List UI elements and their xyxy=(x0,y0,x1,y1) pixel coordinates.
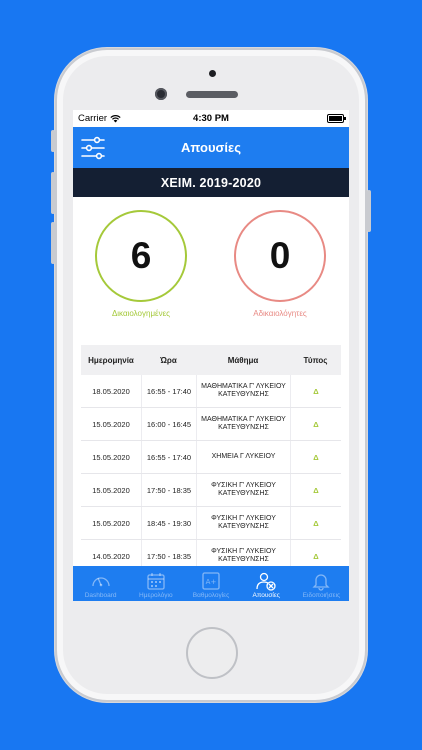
table-row[interactable]: 15.05.2020 17:50 - 18:35 ΦΥΣΙΚΗ Γ' ΛΥΚΕΙΟΥ… xyxy=(81,474,341,507)
mute-switch xyxy=(51,130,55,152)
svg-text:A+: A+ xyxy=(206,578,217,586)
cell-time: 16:00 - 16:45 xyxy=(141,408,196,440)
semester-bar: ΧΕΙΜ. 2019-2020 xyxy=(73,168,349,197)
unjustified-label: Αδικαιολόγητες xyxy=(253,309,307,318)
cell-time: 17:50 - 18:35 xyxy=(141,474,196,506)
justified-label: Δικαιολογημένες xyxy=(111,309,171,318)
battery-icon xyxy=(327,114,346,123)
tab-label-dashboard: Dashboard xyxy=(84,592,117,599)
tab-dashboard[interactable]: Dashboard xyxy=(73,566,128,601)
table-row[interactable]: 18.05.2020 16:55 - 17:40 ΜΑΘΗΜΑΤΙΚΑ Γ' ΛΥΚ… xyxy=(81,375,341,408)
tab-label-notifications: Ειδοποιήσεις xyxy=(302,592,341,599)
tab-grades[interactable]: A+ Βαθμολογίες xyxy=(183,566,238,601)
table-row[interactable]: 15.05.2020 16:55 - 17:40 ΧΗΜΕΙΑ Γ ΛΥΚΕΙΟΥ Δ xyxy=(81,441,341,474)
front-camera xyxy=(155,88,167,100)
header-type: Τύπος xyxy=(303,355,328,365)
tab-absences[interactable]: Απουσίες xyxy=(239,566,294,601)
gauge-icon xyxy=(91,577,110,587)
tab-calendar[interactable]: Ημερολόγιο xyxy=(128,566,183,601)
cell-date: 15.05.2020 xyxy=(92,518,130,528)
filter-menu-icon[interactable] xyxy=(80,135,106,161)
tab-notifications[interactable]: Ειδοποιήσεις xyxy=(294,566,349,601)
page-title: Απουσίες xyxy=(181,140,241,155)
power-button xyxy=(367,190,371,232)
cell-time: 16:55 - 17:40 xyxy=(141,441,196,473)
calendar-icon xyxy=(147,573,165,590)
table-row[interactable]: 15.05.2020 18:45 - 19:30 ΦΥΣΙΚΗ Γ' ΛΥΚΕΙΟΥ… xyxy=(81,507,341,540)
clock: 4:30 PM xyxy=(193,113,229,124)
absence-summary: 6 Δικαιολογημένες 0 Αδικαιολόγητες xyxy=(73,197,349,335)
tab-label-grades: Βαθμολογίες xyxy=(192,592,230,599)
bell-icon xyxy=(312,574,330,591)
home-button[interactable] xyxy=(186,627,238,679)
cell-date: 15.05.2020 xyxy=(92,485,130,495)
proximity-sensor xyxy=(209,70,216,77)
nav-bar: Απουσίες xyxy=(73,127,349,168)
justified-count-ring: 6 xyxy=(95,210,187,302)
cell-date: 15.05.2020 xyxy=(92,452,130,462)
cell-type: Δ xyxy=(290,408,341,440)
tab-bar: Dashboard Ημερολόγιο A+ Βαθμολογίες Απου… xyxy=(73,566,349,601)
header-time: Ώρα xyxy=(160,355,177,365)
cell-subject: ΜΑΘΗΜΑΤΙΚΑ Γ' ΛΥΚΕΙΟΥ ΚΑΤΕΥΘΥΝΣΗΣ xyxy=(196,375,290,407)
cell-subject: ΜΑΘΗΜΑΤΙΚΑ Γ' ΛΥΚΕΙΟΥ ΚΑΤΕΥΘΥΝΣΗΣ xyxy=(196,408,290,440)
cell-time: 18:45 - 19:30 xyxy=(141,507,196,539)
absence-icon xyxy=(256,572,276,591)
earpiece-speaker xyxy=(186,91,238,98)
cell-type: Δ xyxy=(290,375,341,407)
cell-date: 18.05.2020 xyxy=(92,386,130,396)
grade-icon: A+ xyxy=(202,572,220,590)
status-bar: Carrier 4:30 PM xyxy=(73,110,349,127)
cell-type: Δ xyxy=(290,507,341,539)
cell-subject: ΦΥΣΙΚΗ Γ' ΛΥΚΕΙΟΥ ΚΑΤΕΥΘΥΝΣΗΣ xyxy=(196,507,290,539)
cell-date: 15.05.2020 xyxy=(92,419,130,429)
absences-table: Ημερομηνία Ώρα Μάθημα Τύπος 18.05.2020 16… xyxy=(81,345,341,573)
cell-time: 16:55 - 17:40 xyxy=(141,375,196,407)
table-header: Ημερομηνία Ώρα Μάθημα Τύπος xyxy=(81,345,341,375)
app-screen: Carrier 4:30 PM Απουσίες ΧΕΙΜ. 2019-2020… xyxy=(73,110,349,601)
unjustified-count-ring: 0 xyxy=(234,210,326,302)
header-date: Ημερομηνία xyxy=(88,355,134,365)
cell-subject: ΦΥΣΙΚΗ Γ' ΛΥΚΕΙΟΥ ΚΑΤΕΥΘΥΝΣΗΣ xyxy=(196,474,290,506)
table-row[interactable]: 15.05.2020 16:00 - 16:45 ΜΑΘΗΜΑΤΙΚΑ Γ' ΛΥΚ… xyxy=(81,408,341,441)
cell-subject: ΧΗΜΕΙΑ Γ ΛΥΚΕΙΟΥ xyxy=(196,441,290,473)
tab-label-absences: Απουσίες xyxy=(252,592,280,599)
header-subject: Μάθημα xyxy=(227,355,259,365)
tab-label-calendar: Ημερολόγιο xyxy=(139,592,173,599)
volume-down-button xyxy=(51,222,55,264)
cell-type: Δ xyxy=(290,441,341,473)
volume-up-button xyxy=(51,172,55,214)
cell-type: Δ xyxy=(290,474,341,506)
